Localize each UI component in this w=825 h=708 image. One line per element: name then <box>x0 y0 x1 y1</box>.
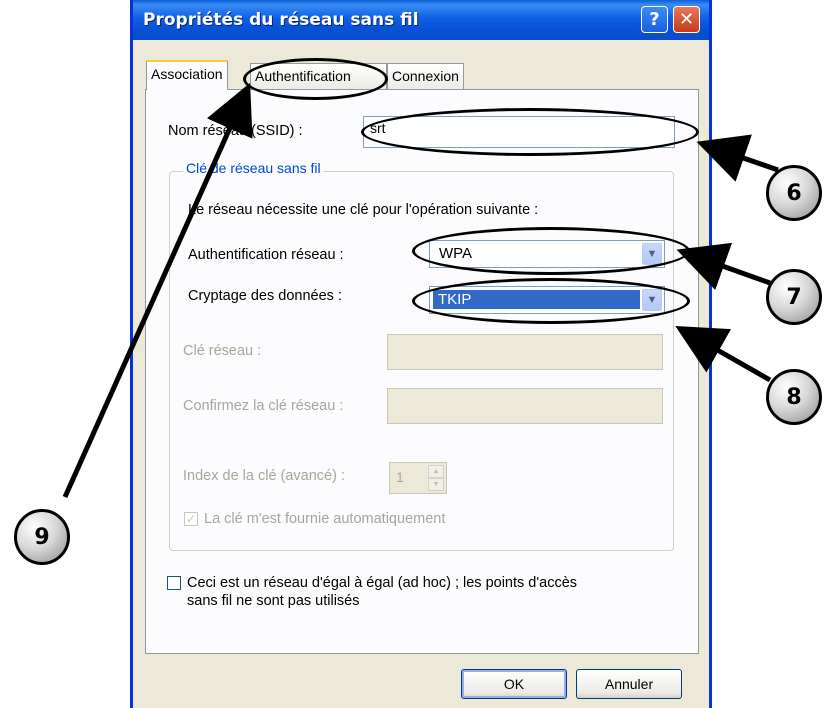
arrow-6 <box>696 134 779 182</box>
annotation-marker-8: 8 <box>766 369 822 425</box>
annotation-marker-7: 7 <box>766 269 822 325</box>
annotation-marker-6: 6 <box>766 165 822 221</box>
arrow-7 <box>676 242 771 290</box>
arrow-9 <box>62 82 253 499</box>
arrow-8 <box>675 326 772 383</box>
tab-association[interactable]: Association <box>146 60 228 90</box>
annotation-marker-9: 9 <box>14 509 70 565</box>
annotation-arrows <box>62 82 779 499</box>
